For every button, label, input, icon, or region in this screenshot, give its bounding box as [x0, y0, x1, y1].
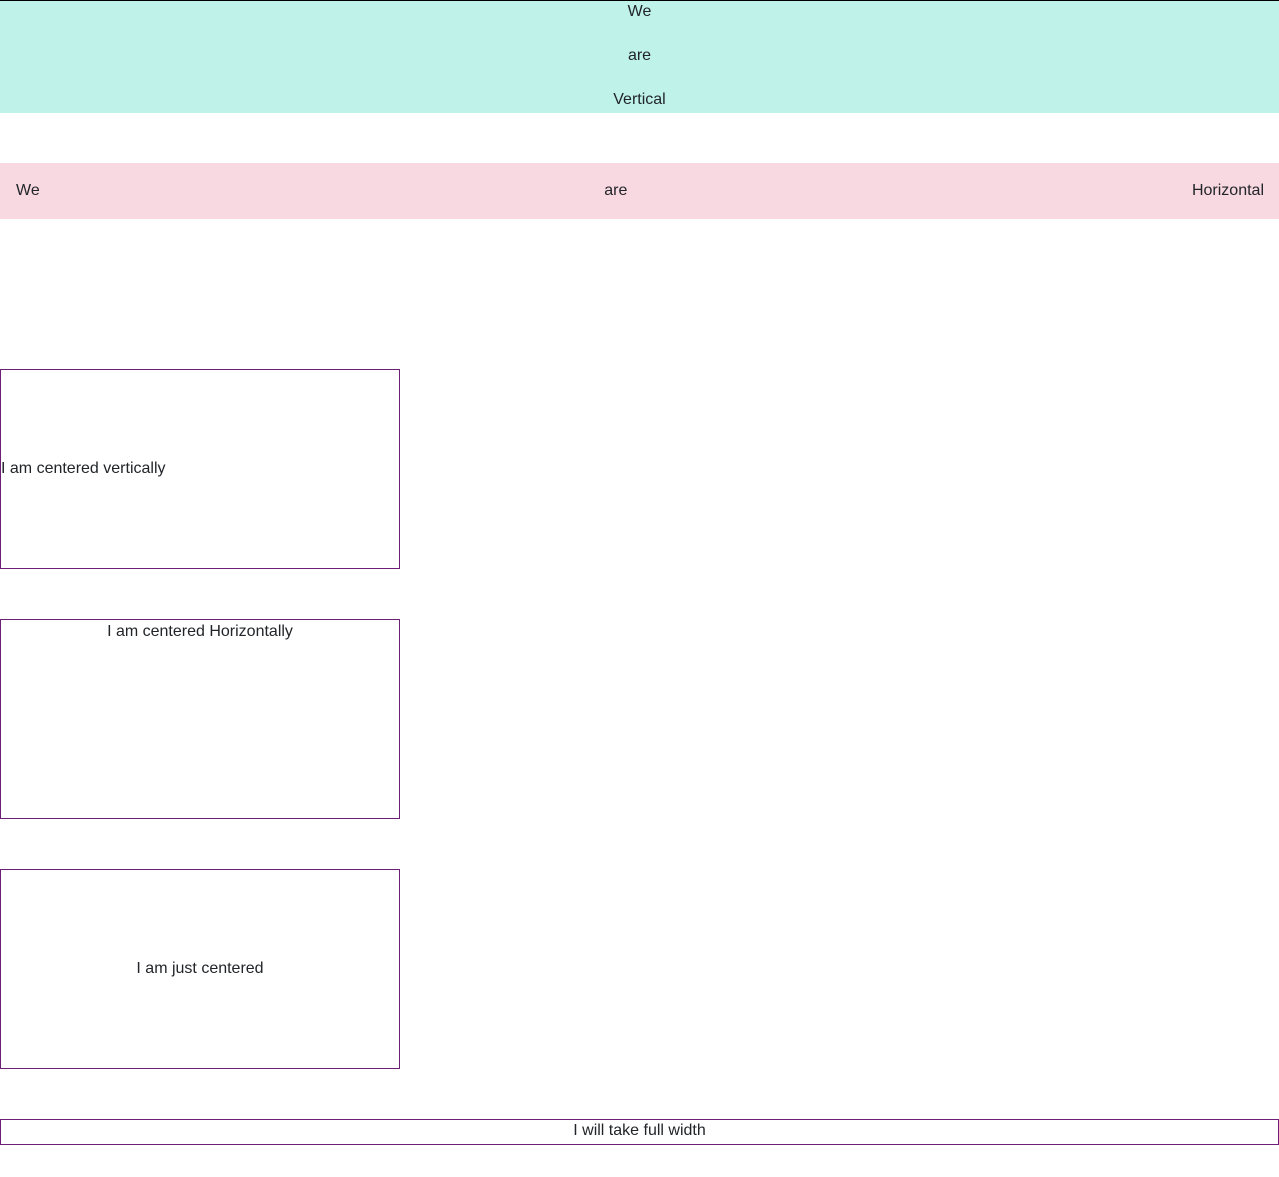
full-width-box: I will take full width: [0, 1119, 1279, 1145]
full-width-text: I will take full width: [573, 1122, 706, 1139]
fully-centered-text: I am just centered: [136, 960, 264, 977]
horizontal-word-2: are: [604, 182, 628, 199]
fully-centered-box: I am just centered: [0, 869, 400, 1069]
vertically-centered-box: I am centered vertically: [0, 369, 400, 569]
vertical-word-2: are: [627, 47, 652, 64]
horizontally-centered-box: I am centered Horizontally: [0, 619, 400, 819]
vertical-word-1: We: [627, 3, 652, 20]
horizontal-word-3: Horizontal: [1191, 182, 1264, 199]
vertically-centered-text: I am centered vertically: [1, 460, 166, 477]
horizontal-stack-container: We are Horizontal: [0, 163, 1279, 219]
vertical-word-3: Vertical: [613, 91, 666, 108]
vertical-stack-container: We are Vertical: [0, 1, 1279, 113]
horizontally-centered-text: I am centered Horizontally: [107, 623, 293, 640]
horizontal-word-1: We: [16, 182, 40, 199]
